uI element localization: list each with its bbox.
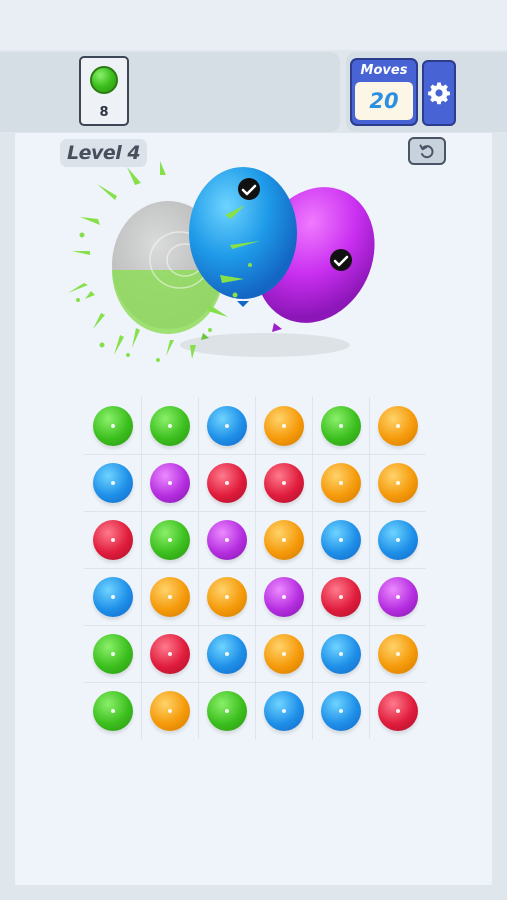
ball-blue[interactable] — [320, 633, 361, 674]
ball-blue[interactable] — [320, 519, 361, 560]
grid-cell[interactable] — [141, 397, 198, 454]
ball-purple[interactable] — [377, 576, 418, 617]
grid-cell[interactable] — [141, 511, 198, 568]
moves-label: Moves — [360, 63, 408, 78]
grid-cell[interactable] — [369, 511, 426, 568]
ball-orange[interactable] — [206, 576, 247, 617]
settings-button[interactable] — [422, 60, 456, 126]
grid-cell[interactable] — [84, 568, 141, 625]
ball-green[interactable] — [149, 519, 190, 560]
grid-cell[interactable] — [312, 682, 369, 739]
grid-cell[interactable] — [198, 682, 255, 739]
grid-cell[interactable] — [198, 454, 255, 511]
ball-orange[interactable] — [263, 519, 304, 560]
ball-green[interactable] — [206, 690, 247, 731]
grid-cell[interactable] — [84, 682, 141, 739]
grid-cell[interactable] — [369, 454, 426, 511]
grid-cell[interactable] — [369, 397, 426, 454]
grid-cell[interactable] — [369, 625, 426, 682]
ball-red[interactable] — [206, 462, 247, 503]
grid-cell[interactable] — [255, 625, 312, 682]
ball-blue[interactable] — [320, 690, 361, 731]
grid-cell[interactable] — [198, 397, 255, 454]
goal-panel — [0, 52, 340, 132]
grid-cell[interactable] — [312, 568, 369, 625]
gear-icon — [428, 82, 450, 105]
ball-blue[interactable] — [92, 462, 133, 503]
grid-cell[interactable] — [312, 511, 369, 568]
grid-cell[interactable] — [198, 625, 255, 682]
ball-orange[interactable] — [263, 405, 304, 446]
ball-purple[interactable] — [149, 462, 190, 503]
ball-blue[interactable] — [377, 519, 418, 560]
ball-blue[interactable] — [206, 633, 247, 674]
ball-red[interactable] — [263, 462, 304, 503]
ball-green[interactable] — [92, 405, 133, 446]
ball-orange[interactable] — [149, 576, 190, 617]
grid-cell[interactable] — [312, 625, 369, 682]
ball-orange[interactable] — [377, 633, 418, 674]
ball-blue[interactable] — [263, 690, 304, 731]
grid-cell[interactable] — [141, 454, 198, 511]
moves-counter: Moves 20 — [350, 58, 418, 126]
grid-cell[interactable] — [84, 454, 141, 511]
grid-cell[interactable] — [84, 625, 141, 682]
balloon-scene — [68, 161, 375, 362]
ball-orange[interactable] — [320, 462, 361, 503]
grid-cell[interactable] — [255, 568, 312, 625]
ball-green[interactable] — [149, 405, 190, 446]
ball-green[interactable] — [92, 633, 133, 674]
ball-green[interactable] — [320, 405, 361, 446]
grid-cell[interactable] — [255, 454, 312, 511]
grid-cell[interactable] — [84, 511, 141, 568]
grid-cell[interactable] — [255, 682, 312, 739]
undo-button[interactable] — [408, 137, 446, 165]
ball-orange[interactable] — [149, 690, 190, 731]
grid-cell[interactable] — [84, 397, 141, 454]
grid-cell[interactable] — [312, 397, 369, 454]
ball-orange[interactable] — [263, 633, 304, 674]
ball-blue[interactable] — [92, 576, 133, 617]
grid-cell[interactable] — [312, 454, 369, 511]
grid-cell[interactable] — [198, 511, 255, 568]
ball-purple[interactable] — [263, 576, 304, 617]
ball-blue[interactable] — [206, 405, 247, 446]
grid-cell[interactable] — [255, 511, 312, 568]
ball-red[interactable] — [377, 690, 418, 731]
goal-ball-green — [90, 66, 118, 94]
ball-grid — [84, 397, 426, 739]
grid-cell[interactable] — [198, 568, 255, 625]
undo-icon — [419, 144, 434, 159]
grid-cell[interactable] — [369, 682, 426, 739]
grid-cell[interactable] — [141, 682, 198, 739]
grid-cell[interactable] — [369, 568, 426, 625]
ball-orange[interactable] — [377, 405, 418, 446]
grid-cell[interactable] — [255, 397, 312, 454]
ball-red[interactable] — [149, 633, 190, 674]
goal-card: 8 — [79, 56, 129, 126]
grid-cell[interactable] — [141, 568, 198, 625]
goal-count: 8 — [99, 105, 109, 120]
ball-purple[interactable] — [206, 519, 247, 560]
ball-red[interactable] — [320, 576, 361, 617]
ball-orange[interactable] — [377, 462, 418, 503]
status-area — [0, 0, 507, 50]
ball-red[interactable] — [92, 519, 133, 560]
grid-cell[interactable] — [141, 625, 198, 682]
moves-value: 20 — [369, 89, 399, 113]
ball-green[interactable] — [92, 690, 133, 731]
